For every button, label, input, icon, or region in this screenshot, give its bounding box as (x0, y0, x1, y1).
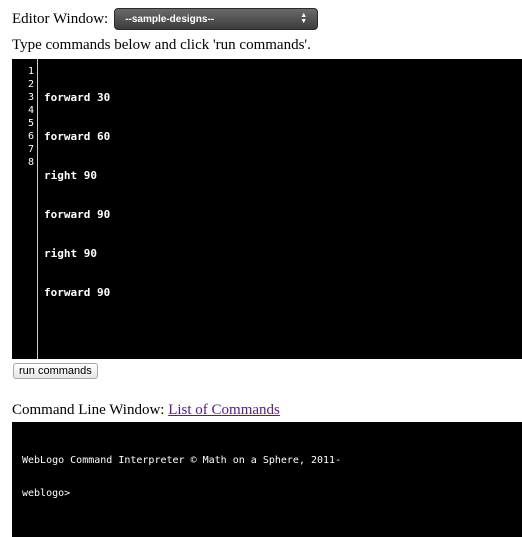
sample-designs-dropdown[interactable]: --sample-designs-- ▲ ▼ (114, 8, 319, 30)
line-number: 7 (27, 144, 34, 155)
code-line: forward 30 (44, 91, 111, 104)
dropdown-selected-value: --sample-designs-- (125, 13, 215, 25)
code-line: forward 60 (44, 130, 111, 143)
code-line: right 90 (44, 247, 97, 260)
line-number: 2 (27, 79, 34, 90)
command-line-label: Command Line Window: (12, 402, 169, 418)
line-number-gutter: 1 2 3 4 5 6 7 8 (12, 59, 38, 359)
updown-chevron-icon: ▲ ▼ (300, 12, 308, 25)
run-commands-button[interactable]: run commands (13, 363, 98, 379)
command-line-header: Command Line Window: List of Commands (12, 402, 280, 419)
line-number: 5 (27, 118, 34, 129)
line-number: 6 (27, 131, 34, 142)
command-line-terminal[interactable]: WebLogo Command Interpreter © Math on a … (12, 422, 522, 537)
line-number: 3 (27, 92, 34, 103)
terminal-banner: WebLogo Command Interpreter © Math on a … (22, 455, 342, 466)
line-number: 8 (27, 157, 34, 168)
instructions-text: Type commands below and click 'run comma… (12, 37, 311, 53)
editor-window-label: Editor Window: (12, 10, 109, 27)
code-text-area[interactable]: forward 30 forward 60 right 90 forward 9… (38, 59, 522, 359)
list-of-commands-link[interactable]: List of Commands (168, 402, 280, 418)
editor-window-header: Editor Window: --sample-designs-- ▲ ▼ (12, 8, 319, 30)
line-number: 4 (27, 105, 34, 116)
code-line: right 90 (44, 169, 97, 182)
terminal-prompt: weblogo> (22, 488, 71, 499)
code-line: forward 90 (44, 286, 111, 299)
code-editor[interactable]: 1 2 3 4 5 6 7 8 forward 30 forward 60 ri… (12, 59, 522, 359)
line-number: 1 (27, 66, 34, 77)
code-line: forward 90 (44, 208, 111, 221)
